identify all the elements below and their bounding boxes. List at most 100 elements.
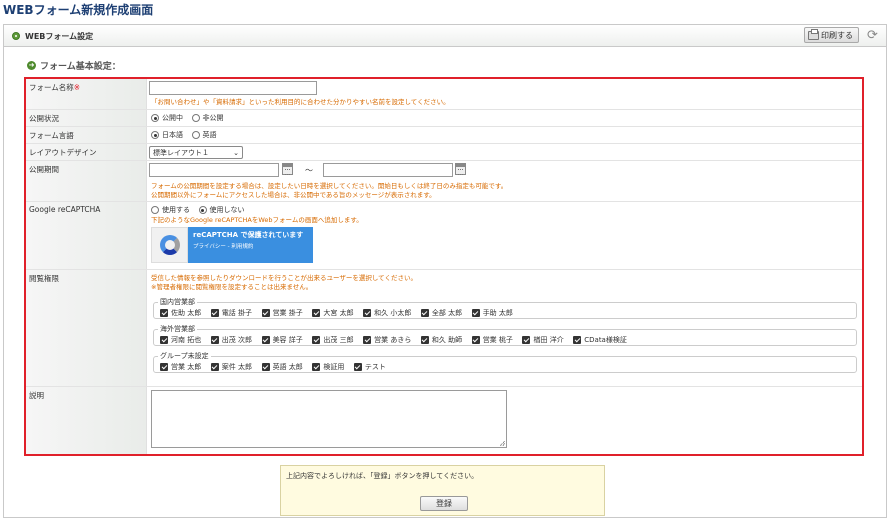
row-description: 説明 [26, 387, 862, 454]
member-name: 和久 助師 [431, 336, 463, 344]
radio-english-label: 英語 [202, 131, 217, 139]
member-checkbox[interactable]: 電話 掛子 [210, 308, 252, 318]
recaptcha-badge: reCAPTCHA で保護されています プライバシー - 利用規約 [151, 227, 313, 263]
member-name: テスト [364, 363, 386, 371]
checkbox-icon [160, 309, 168, 317]
checkbox-icon [573, 336, 582, 344]
checkbox-icon [160, 336, 168, 344]
form-name-input[interactable] [149, 81, 317, 95]
member-checkbox[interactable]: 検証用 [312, 362, 344, 372]
checkbox-icon [312, 309, 321, 317]
member-name: 営業 あきら [374, 336, 412, 344]
form-name-note: 「お問い合わせ」や「資料請求」といった利用目的に合わせた分かりやすい名前を設定し… [151, 98, 450, 106]
register-button[interactable]: 登録 [420, 496, 468, 511]
member-checkbox[interactable]: 和久 助師 [420, 335, 463, 345]
confirm-box: 上記内容でよろしければ、「登録」ボタンを押してください。 登録 [280, 465, 605, 516]
member-name: 案件 太郎 [221, 363, 253, 371]
radio-japanese-label: 日本語 [162, 131, 183, 139]
member-checkbox[interactable]: 河南 拓也 [160, 335, 201, 345]
radio-recaptcha-nouse[interactable]: 使用しない [198, 205, 245, 215]
recaptcha-badge-title: reCAPTCHA で保護されています [193, 231, 304, 239]
member-checkbox[interactable]: 英語 太郎 [261, 362, 303, 372]
recaptcha-note: 下記のようなGoogle reCAPTCHAをWebフォームの画面へ追加します。 [151, 216, 363, 224]
member-checkbox[interactable]: 大宮 太郎 [312, 308, 354, 318]
layout-select[interactable]: 標準レイアウト１ ⌄ [149, 146, 243, 159]
radio-public[interactable]: 公開中 [151, 113, 183, 123]
calendar-icon[interactable] [282, 163, 293, 175]
refresh-icon[interactable]: ⟳ [865, 28, 880, 43]
radio-recaptcha-use-indicator [151, 206, 159, 214]
period-start-input[interactable] [149, 163, 279, 177]
group-unassigned: グループ未設定 営業 太郎 案件 太郎 英語 太郎 検証用 テスト [153, 351, 857, 373]
member-checkbox[interactable]: テスト [353, 362, 386, 372]
period-end-input[interactable] [323, 163, 453, 177]
status-label: 公開状況 [26, 110, 147, 126]
row-recaptcha: Google reCAPTCHA 使用する 使用しない 下記のようなGoogle… [26, 202, 862, 270]
group-domestic-sales: 国内営業部 佐助 太郎 電話 掛子 営業 掛子 大宮 太郎 和久 小太郎 全部 … [153, 297, 857, 319]
checkbox-icon [353, 363, 362, 371]
recaptcha-info: reCAPTCHA で保護されています プライバシー - 利用規約 [188, 227, 313, 263]
radio-english[interactable]: 英語 [191, 130, 217, 140]
checkbox-icon [471, 309, 480, 317]
page-title: WEBフォーム新規作成画面 [3, 3, 154, 17]
radio-recaptcha-use-label: 使用する [162, 206, 190, 214]
member-checkbox[interactable]: 楢田 洋介 [522, 335, 564, 345]
checkbox-icon [261, 336, 270, 344]
green-dot-icon [12, 32, 20, 40]
recaptcha-badge-links[interactable]: プライバシー - 利用規約 [193, 242, 309, 250]
layout-label: レイアウトデザイン [26, 144, 147, 160]
member-name: 全部 太郎 [431, 309, 463, 317]
member-checkbox[interactable]: 営業 あきら [363, 335, 411, 345]
member-name: 手助 太郎 [482, 309, 513, 317]
radio-english-indicator [191, 131, 200, 139]
access-label: 閲覧権限 [26, 270, 147, 386]
radio-japanese-indicator [151, 131, 159, 139]
section-title-text: フォーム基本設定： [40, 62, 121, 72]
calendar-icon[interactable] [455, 163, 466, 175]
form-name-label-text: フォーム名称 [29, 83, 74, 92]
member-checkbox[interactable]: CData様検証 [573, 335, 627, 345]
confirm-message: 上記内容でよろしければ、「登録」ボタンを押してください。 [286, 472, 479, 480]
print-button[interactable]: 印刷する [804, 27, 859, 43]
member-name: 佐助 太郎 [171, 309, 202, 317]
radio-public-label: 公開中 [162, 114, 183, 122]
panel-title: WEBフォーム設定 [25, 32, 94, 41]
checkbox-icon [420, 336, 429, 344]
checkbox-icon [261, 363, 270, 371]
period-separator: ～ [305, 166, 313, 175]
member-checkbox[interactable]: 営業 太郎 [160, 362, 201, 372]
member-checkbox[interactable]: 営業 掛子 [261, 308, 303, 318]
member-checkbox[interactable]: 手助 太郎 [471, 308, 513, 318]
member-checkbox[interactable]: 出茂 次郎 [210, 335, 252, 345]
row-language: フォーム言語 日本語 英語 [26, 127, 862, 144]
row-access: 閲覧権限 受信した情報を参照したりダウンロードを行うことが出来るユーザーを選択し… [26, 270, 862, 387]
member-name: 英語 太郎 [272, 363, 303, 371]
row-layout: レイアウトデザイン 標準レイアウト１ ⌄ [26, 144, 862, 161]
member-checkbox[interactable]: 出茂 三郎 [312, 335, 354, 345]
form-name-label: フォーム名称※ [26, 79, 147, 109]
print-button-label: 印刷する [821, 30, 853, 40]
member-checkbox[interactable]: 全部 太郎 [420, 308, 463, 318]
member-checkbox[interactable]: 佐助 太郎 [160, 308, 201, 318]
chevron-down-icon: ⌄ [233, 148, 239, 157]
radio-private[interactable]: 非公開 [191, 113, 224, 123]
checkbox-icon [210, 363, 219, 371]
radio-recaptcha-use[interactable]: 使用する [151, 205, 190, 215]
member-checkbox[interactable]: 営業 桃子 [471, 335, 513, 345]
checkbox-icon [210, 309, 219, 317]
member-checkbox[interactable]: 案件 太郎 [210, 362, 253, 372]
required-mark: ※ [73, 83, 81, 92]
description-textarea[interactable] [151, 390, 507, 448]
period-label: 公開期間 [26, 161, 147, 201]
member-name: 大宮 太郎 [323, 309, 354, 317]
radio-public-indicator [151, 114, 159, 122]
arrow-right-icon: ➜ [27, 61, 36, 70]
member-checkbox[interactable]: 美容 詳子 [261, 335, 303, 345]
member-name: 営業 太郎 [171, 363, 202, 371]
member-name: CData様検証 [584, 336, 627, 344]
member-checkbox[interactable]: 和久 小太郎 [363, 308, 411, 318]
row-form-name: フォーム名称※ 「お問い合わせ」や「資料請求」といった利用目的に合わせた分かりや… [26, 79, 862, 110]
row-status: 公開状況 公開中 非公開 [26, 110, 862, 127]
radio-japanese[interactable]: 日本語 [151, 130, 183, 140]
member-name: 美容 詳子 [272, 336, 303, 344]
